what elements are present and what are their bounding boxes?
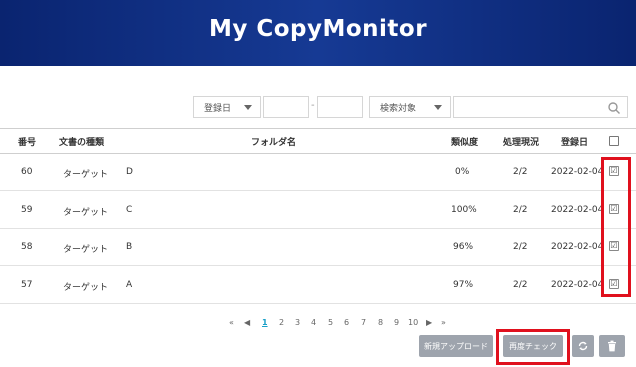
row-similarity: 0%: [455, 167, 470, 177]
page-3[interactable]: 3: [295, 318, 300, 327]
page-7[interactable]: 7: [361, 318, 366, 327]
row-number: 57: [21, 280, 33, 290]
row-date: 2022-02-04: [551, 167, 604, 177]
col-doc-type: 文書の種類: [59, 138, 105, 148]
app-header: My CopyMonitor: [0, 0, 636, 66]
new-upload-button[interactable]: 新規アップロード: [419, 335, 493, 357]
table-row[interactable]: 58 ターゲット B 96% 2/2 2022-02-04 ☑: [0, 228, 636, 266]
row-date: 2022-02-04: [551, 242, 604, 252]
refresh-button[interactable]: [572, 335, 594, 357]
row-number: 58: [21, 242, 33, 252]
refresh-icon: [578, 341, 588, 351]
checkbox-column-highlight: [601, 157, 631, 297]
row-similarity: 100%: [451, 205, 477, 215]
row-date: 2022-02-04: [551, 205, 604, 215]
table-row[interactable]: 57 ターゲット A 97% 2/2 2022-02-04 ☑: [0, 266, 636, 304]
new-upload-label: 新規アップロード: [424, 341, 488, 351]
col-similarity: 類似度: [451, 138, 479, 148]
row-number: 59: [21, 205, 33, 215]
row-status: 2/2: [513, 280, 528, 290]
page-8[interactable]: 8: [378, 318, 383, 327]
col-number: 番号: [18, 138, 37, 148]
page-5[interactable]: 5: [328, 318, 333, 327]
page-1[interactable]: 1: [262, 318, 268, 327]
row-doc-type: ターゲット: [63, 208, 109, 218]
col-status: 処理現況: [503, 138, 540, 148]
row-folder[interactable]: A: [126, 280, 132, 290]
row-status: 2/2: [513, 167, 528, 177]
row-doc-type: ターゲット: [63, 283, 109, 293]
chevron-down-icon: [434, 105, 442, 110]
table-row[interactable]: 59 ターゲット C 100% 2/2 2022-02-04 ☑: [0, 191, 636, 229]
last-page-button[interactable]: »: [441, 318, 446, 327]
search-icon[interactable]: [607, 101, 621, 115]
page-2[interactable]: 2: [279, 318, 284, 327]
prev-page-button[interactable]: ◀: [244, 318, 250, 327]
search-target-select-label: 検索対象: [380, 103, 417, 114]
page-6[interactable]: 6: [344, 318, 349, 327]
row-folder[interactable]: D: [126, 167, 133, 177]
row-folder[interactable]: B: [126, 242, 132, 252]
row-similarity: 96%: [453, 242, 474, 252]
next-page-button[interactable]: ▶: [426, 318, 432, 327]
date-range-separator: -: [311, 100, 315, 111]
row-folder[interactable]: C: [126, 205, 132, 215]
col-folder: フォルダ名: [251, 138, 297, 148]
trash-icon: [608, 340, 616, 352]
date-to-input[interactable]: [317, 96, 363, 118]
row-doc-type: ターゲット: [63, 245, 109, 255]
page-4[interactable]: 4: [311, 318, 316, 327]
first-page-button[interactable]: «: [229, 318, 234, 327]
select-all-checkbox[interactable]: [609, 136, 619, 146]
date-from-input[interactable]: [263, 96, 309, 118]
row-status: 2/2: [513, 205, 528, 215]
search-input[interactable]: [453, 96, 628, 118]
row-status: 2/2: [513, 242, 528, 252]
search-target-select[interactable]: 検索対象: [369, 96, 451, 118]
table-header: 番号 文書の種類 フォルダ名 類似度 処理現況 登録日: [0, 128, 636, 154]
chevron-down-icon: [244, 105, 252, 110]
table-row[interactable]: 60 ターゲット D 0% 2/2 2022-02-04 ☑: [0, 153, 636, 191]
col-date: 登録日: [561, 138, 589, 148]
row-similarity: 97%: [453, 280, 474, 290]
page-9[interactable]: 9: [394, 318, 399, 327]
row-number: 60: [21, 167, 33, 177]
date-type-select[interactable]: 登録日: [193, 96, 261, 118]
row-date: 2022-02-04: [551, 280, 604, 290]
row-doc-type: ターゲット: [63, 170, 109, 180]
app-title: My CopyMonitor: [208, 16, 428, 42]
delete-button[interactable]: [599, 335, 625, 357]
date-type-select-label: 登録日: [204, 103, 232, 114]
recheck-button-highlight: [496, 329, 570, 365]
page-10[interactable]: 10: [408, 318, 418, 327]
